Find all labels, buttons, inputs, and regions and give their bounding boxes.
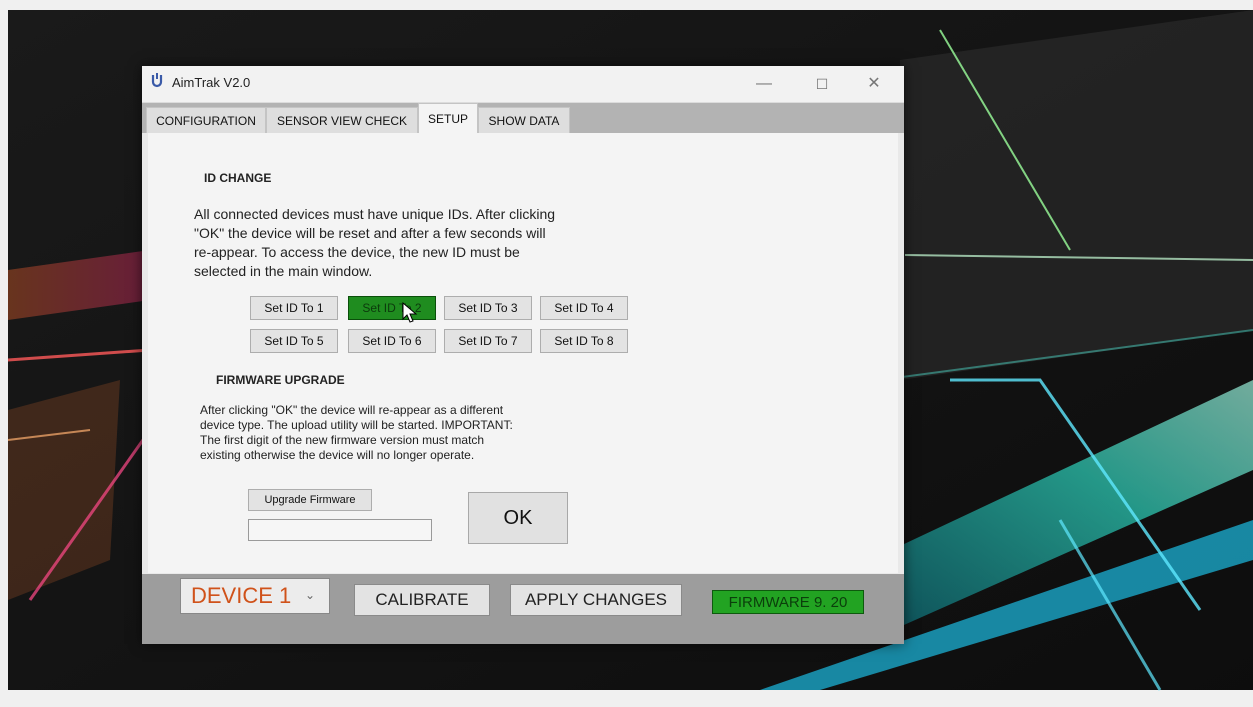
firmware-version-badge: FIRMWARE 9. 20 bbox=[712, 590, 864, 614]
firmware-upgrade-heading: FIRMWARE UPGRADE bbox=[216, 373, 345, 387]
firmware-upgrade-description: After clicking "OK" the device will re-a… bbox=[200, 403, 513, 462]
upgrade-progress-field bbox=[248, 519, 432, 541]
tab-configuration[interactable]: CONFIGURATION bbox=[146, 107, 266, 133]
set-id-7-button[interactable]: Set ID To 7 bbox=[444, 329, 532, 353]
window-title: AimTrak V2.0 bbox=[172, 75, 251, 90]
tab-strip: CONFIGURATION SENSOR VIEW CHECK SETUP SH… bbox=[142, 103, 904, 133]
id-change-heading: ID CHANGE bbox=[204, 171, 272, 185]
device-select-value: DEVICE 1 bbox=[191, 583, 292, 608]
mouse-pointer-icon bbox=[402, 302, 418, 323]
device-select[interactable]: DEVICE 1 ⌄ bbox=[180, 578, 330, 614]
set-id-8-button[interactable]: Set ID To 8 bbox=[540, 329, 628, 353]
minimize-button[interactable]: — bbox=[744, 72, 784, 96]
maximize-button[interactable]: ☐ bbox=[802, 72, 842, 96]
tab-show-data[interactable]: SHOW DATA bbox=[478, 107, 570, 133]
apply-changes-button[interactable]: APPLY CHANGES bbox=[510, 584, 682, 616]
app-logo-icon bbox=[151, 73, 163, 88]
set-id-5-button[interactable]: Set ID To 5 bbox=[250, 329, 338, 353]
title-bar[interactable]: AimTrak V2.0 — ☐ ✕ bbox=[142, 66, 904, 103]
set-id-1-button[interactable]: Set ID To 1 bbox=[250, 296, 338, 320]
app-window: AimTrak V2.0 — ☐ ✕ CONFIGURATION SENSOR … bbox=[142, 66, 904, 644]
bottom-bar: DEVICE 1 ⌄ CALIBRATE APPLY CHANGES FIRMW… bbox=[142, 574, 904, 644]
set-id-4-button[interactable]: Set ID To 4 bbox=[540, 296, 628, 320]
chevron-down-icon: ⌄ bbox=[305, 588, 316, 602]
set-id-3-button[interactable]: Set ID To 3 bbox=[444, 296, 532, 320]
ok-button[interactable]: OK bbox=[468, 492, 568, 544]
set-id-6-button[interactable]: Set ID To 6 bbox=[348, 329, 436, 353]
tab-sensor-view-check[interactable]: SENSOR VIEW CHECK bbox=[266, 107, 418, 133]
close-button[interactable]: ✕ bbox=[854, 72, 894, 96]
tab-setup[interactable]: SETUP bbox=[418, 103, 478, 133]
upgrade-firmware-button[interactable]: Upgrade Firmware bbox=[248, 489, 372, 511]
id-change-description: All connected devices must have unique I… bbox=[194, 206, 556, 279]
set-id-2-button[interactable]: Set ID To 2 bbox=[348, 296, 436, 320]
calibrate-button[interactable]: CALIBRATE bbox=[354, 584, 490, 616]
